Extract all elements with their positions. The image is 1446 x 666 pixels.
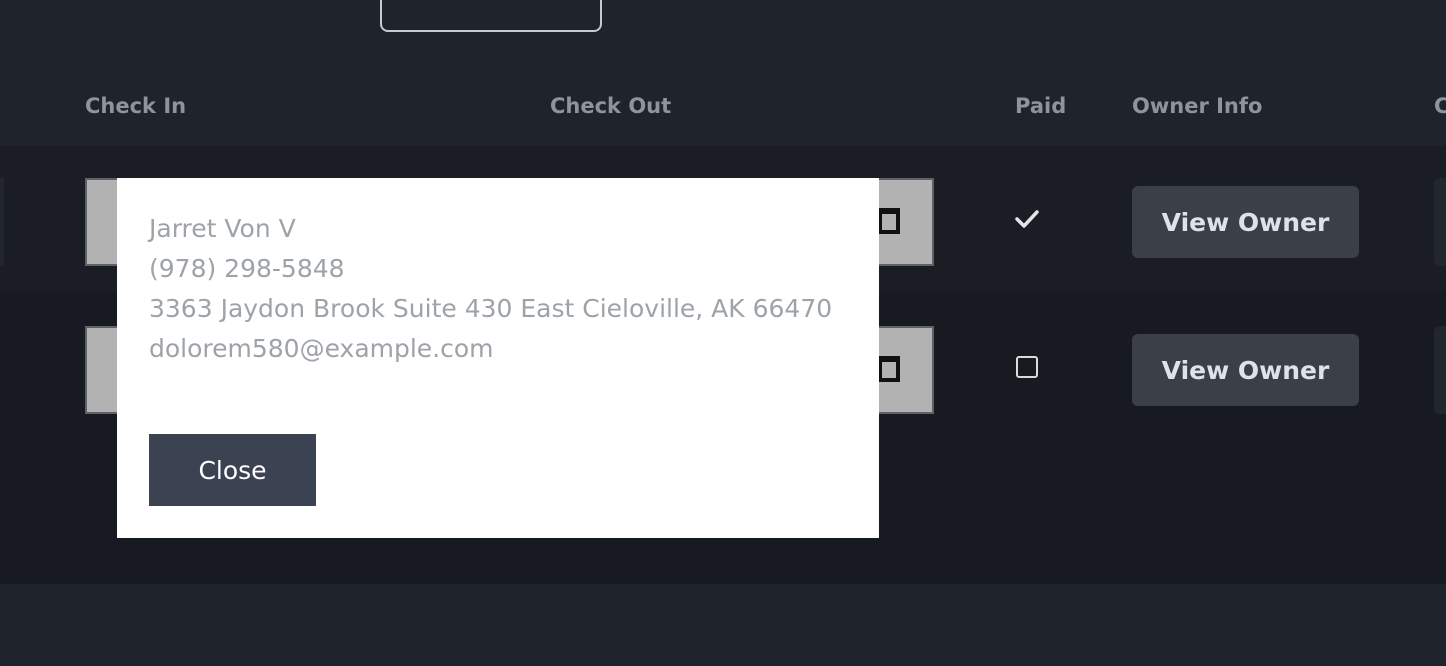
header-check-out: Check Out	[550, 94, 672, 118]
close-button[interactable]: Close	[149, 434, 316, 506]
top-action-button[interactable]	[380, 0, 602, 32]
owner-phone: (978) 298-5848	[149, 254, 345, 283]
header-paid: Paid	[1015, 94, 1067, 118]
row-truncated-cell	[1434, 178, 1446, 266]
page-footer	[0, 584, 1446, 666]
owner-address: 3363 Jaydon Brook Suite 430 East Cielovi…	[149, 294, 833, 323]
table-header: Check In Check Out Paid Owner Info C	[0, 64, 1446, 146]
row-truncated-cell	[1434, 326, 1446, 414]
reservations-page: Check In Check Out Paid Owner Info C Vie…	[0, 0, 1446, 666]
check-icon[interactable]	[1012, 204, 1042, 234]
calendar-icon[interactable]	[878, 356, 900, 382]
header-truncated: C	[1434, 94, 1446, 118]
view-owner-button[interactable]: View Owner	[1132, 186, 1359, 258]
view-owner-button[interactable]: View Owner	[1132, 334, 1359, 406]
checkbox-icon[interactable]	[1016, 356, 1038, 378]
owner-name: Jarret Von V	[149, 214, 296, 243]
owner-info-modal: Jarret Von V (978) 298-5848 3363 Jaydon …	[117, 178, 879, 538]
calendar-icon[interactable]	[878, 208, 900, 234]
row-edge-cell	[0, 178, 4, 266]
header-check-in: Check In	[85, 94, 187, 118]
header-owner-info: Owner Info	[1132, 94, 1263, 118]
owner-email: dolorem580@example.com	[149, 334, 494, 363]
